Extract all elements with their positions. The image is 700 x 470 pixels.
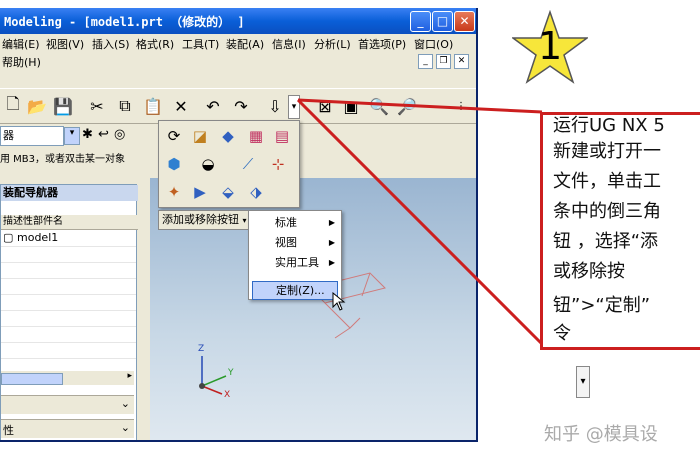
watermark: 知乎 @模具设: [544, 424, 658, 445]
callout-line: 运行UG NX 5: [553, 115, 665, 136]
callout-line: 令: [553, 323, 571, 344]
step-number: 1: [538, 24, 563, 68]
callout-line: 条中的倒三角: [553, 201, 661, 222]
step-star-icon: 1: [510, 9, 590, 86]
callout-line: 文件，单击工: [553, 171, 661, 192]
callout-line: 钮”>“定制”: [553, 295, 651, 316]
callout-line: 新建或打开一: [553, 141, 661, 162]
callout-line: 或移除按: [553, 261, 625, 282]
callout-line: 钮 ，选择“添: [553, 231, 659, 252]
instruction-callout: 运行UG NX 5 新建或打开一 文件，单击工 条中的倒三角 钮 ，选择“添 或…: [540, 112, 700, 350]
dropdown-arrow-icon: ▾: [576, 366, 590, 398]
